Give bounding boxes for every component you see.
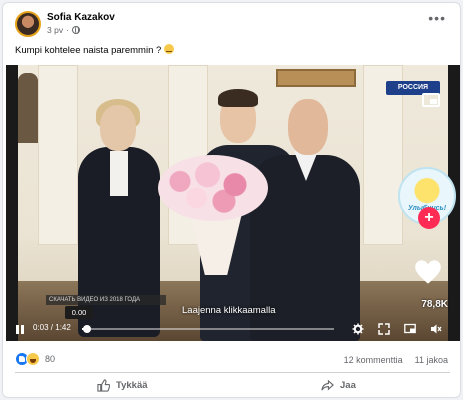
post-time[interactable]: 3 pv — [47, 25, 63, 35]
heart-icon — [415, 260, 441, 284]
engagement-counts: 12 kommenttia 11 jakoa — [344, 355, 448, 365]
avatar[interactable] — [15, 11, 41, 37]
divider — [15, 372, 450, 373]
pause-icon[interactable] — [16, 325, 25, 334]
reaction-count: 80 — [45, 354, 56, 364]
person-middle-hair — [218, 89, 258, 107]
person-left-head — [100, 105, 136, 151]
statue — [18, 73, 38, 143]
post-meta: 3 pv · — [47, 25, 80, 35]
person-left-shirt — [110, 151, 128, 196]
like-button-label: Tykkää — [116, 380, 148, 391]
settings-icon[interactable] — [352, 323, 364, 335]
ticker: СКАЧАТЬ ВИДЕО ИЗ 2018 ГОДА — [46, 295, 166, 305]
globe-icon — [71, 26, 80, 34]
share-arrow-icon — [321, 379, 334, 391]
person-right-head — [288, 99, 328, 155]
reactions-summary[interactable]: 80 — [15, 352, 55, 366]
haha-reaction-icon — [26, 352, 40, 366]
thumbs-up-icon — [97, 379, 110, 392]
post-text: Kumpi kohtelee naista paremmin ? — [15, 44, 174, 56]
unamused-emoji-icon — [163, 44, 174, 54]
video-time: 0:03 / 1:42 — [33, 323, 71, 332]
picture-in-picture-icon[interactable] — [422, 93, 440, 107]
progress-knob[interactable] — [83, 325, 92, 333]
flower-bouquet — [158, 155, 268, 221]
fullscreen-icon[interactable] — [378, 323, 390, 335]
author-name[interactable]: Sofia Kazakov — [47, 12, 115, 23]
like-button[interactable]: Tykkää — [97, 379, 148, 392]
comment-count[interactable]: 12 kommenttia — [344, 355, 403, 365]
share-count[interactable]: 11 jakoa — [415, 355, 448, 365]
more-options-icon[interactable]: ••• — [428, 11, 446, 25]
post-header: Sofia Kazakov 3 pv · ••• — [3, 3, 460, 43]
share-button[interactable]: Jaa — [321, 379, 356, 392]
post-text-content: Kumpi kohtelee naista paremmin ? — [15, 45, 162, 56]
mute-icon[interactable] — [430, 323, 442, 335]
meta-separator: · — [66, 25, 69, 35]
gold-frame — [276, 69, 356, 87]
video-like-count: 78,8K — [421, 299, 448, 310]
share-button-label: Jaa — [340, 380, 356, 391]
video-controls: 0:03 / 1:42 — [6, 317, 460, 341]
post-card: Sofia Kazakov 3 pv · ••• Kumpi kohtelee … — [2, 2, 461, 398]
pip-mode-icon[interactable] — [404, 323, 416, 335]
expand-hint[interactable]: Laajenna klikkaamalla — [182, 305, 275, 316]
video-player[interactable]: РОССИЯ Улыбнись! + 78,8K СКАЧАТЬ ВИДЕО И… — [6, 65, 460, 341]
follow-plus-icon: + — [418, 207, 440, 229]
wall-panel — [38, 65, 78, 245]
progress-bar[interactable] — [82, 325, 334, 333]
